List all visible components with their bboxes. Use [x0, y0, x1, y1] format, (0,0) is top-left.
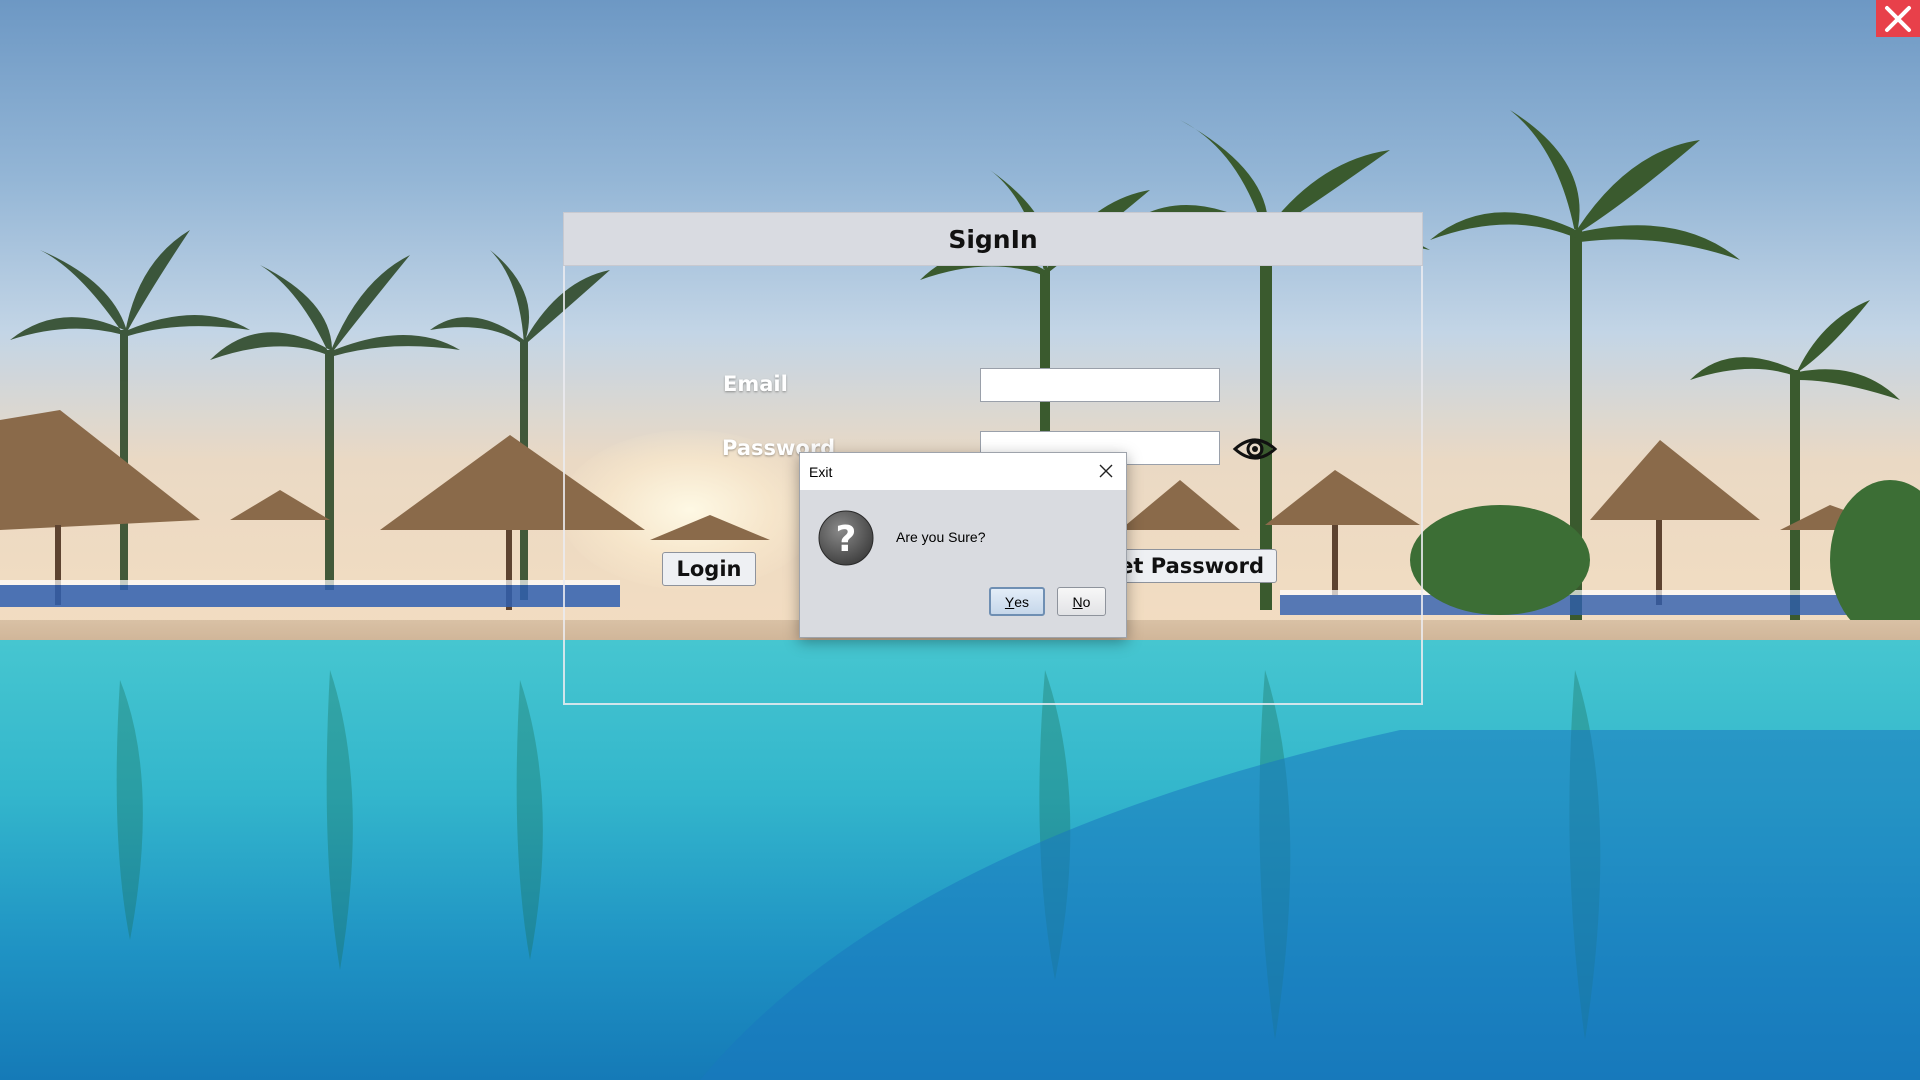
close-icon: [1099, 464, 1113, 478]
no-mnemonic: N: [1072, 593, 1083, 610]
yes-label-rest: es: [1014, 593, 1030, 610]
yes-button[interactable]: Yes: [989, 587, 1045, 616]
show-password-toggle[interactable]: [1232, 433, 1278, 465]
email-field[interactable]: [980, 368, 1220, 402]
pool-water: [0, 640, 1920, 1080]
eye-icon: [1232, 438, 1278, 460]
no-button[interactable]: No: [1057, 587, 1106, 616]
page-title: SignIn: [948, 224, 1038, 254]
no-label-rest: o: [1082, 593, 1091, 610]
login-button[interactable]: Login: [662, 552, 756, 586]
question-icon: ?: [818, 510, 874, 566]
dialog-close-button[interactable]: [1092, 458, 1120, 484]
yes-mnemonic: Y: [1004, 593, 1015, 610]
window-close-button[interactable]: [1876, 0, 1920, 37]
svg-text:?: ?: [836, 519, 857, 560]
dialog-title: Exit: [809, 463, 833, 480]
login-button-label: Login: [676, 557, 742, 581]
exit-dialog: Exit ? Are you Sure? Yes No: [799, 452, 1127, 638]
close-x-icon: [1885, 5, 1911, 32]
email-label: Email: [723, 372, 788, 396]
signin-header: SignIn: [563, 212, 1423, 266]
dialog-titlebar: Exit: [800, 453, 1126, 490]
dialog-message: Are you Sure?: [896, 529, 986, 545]
